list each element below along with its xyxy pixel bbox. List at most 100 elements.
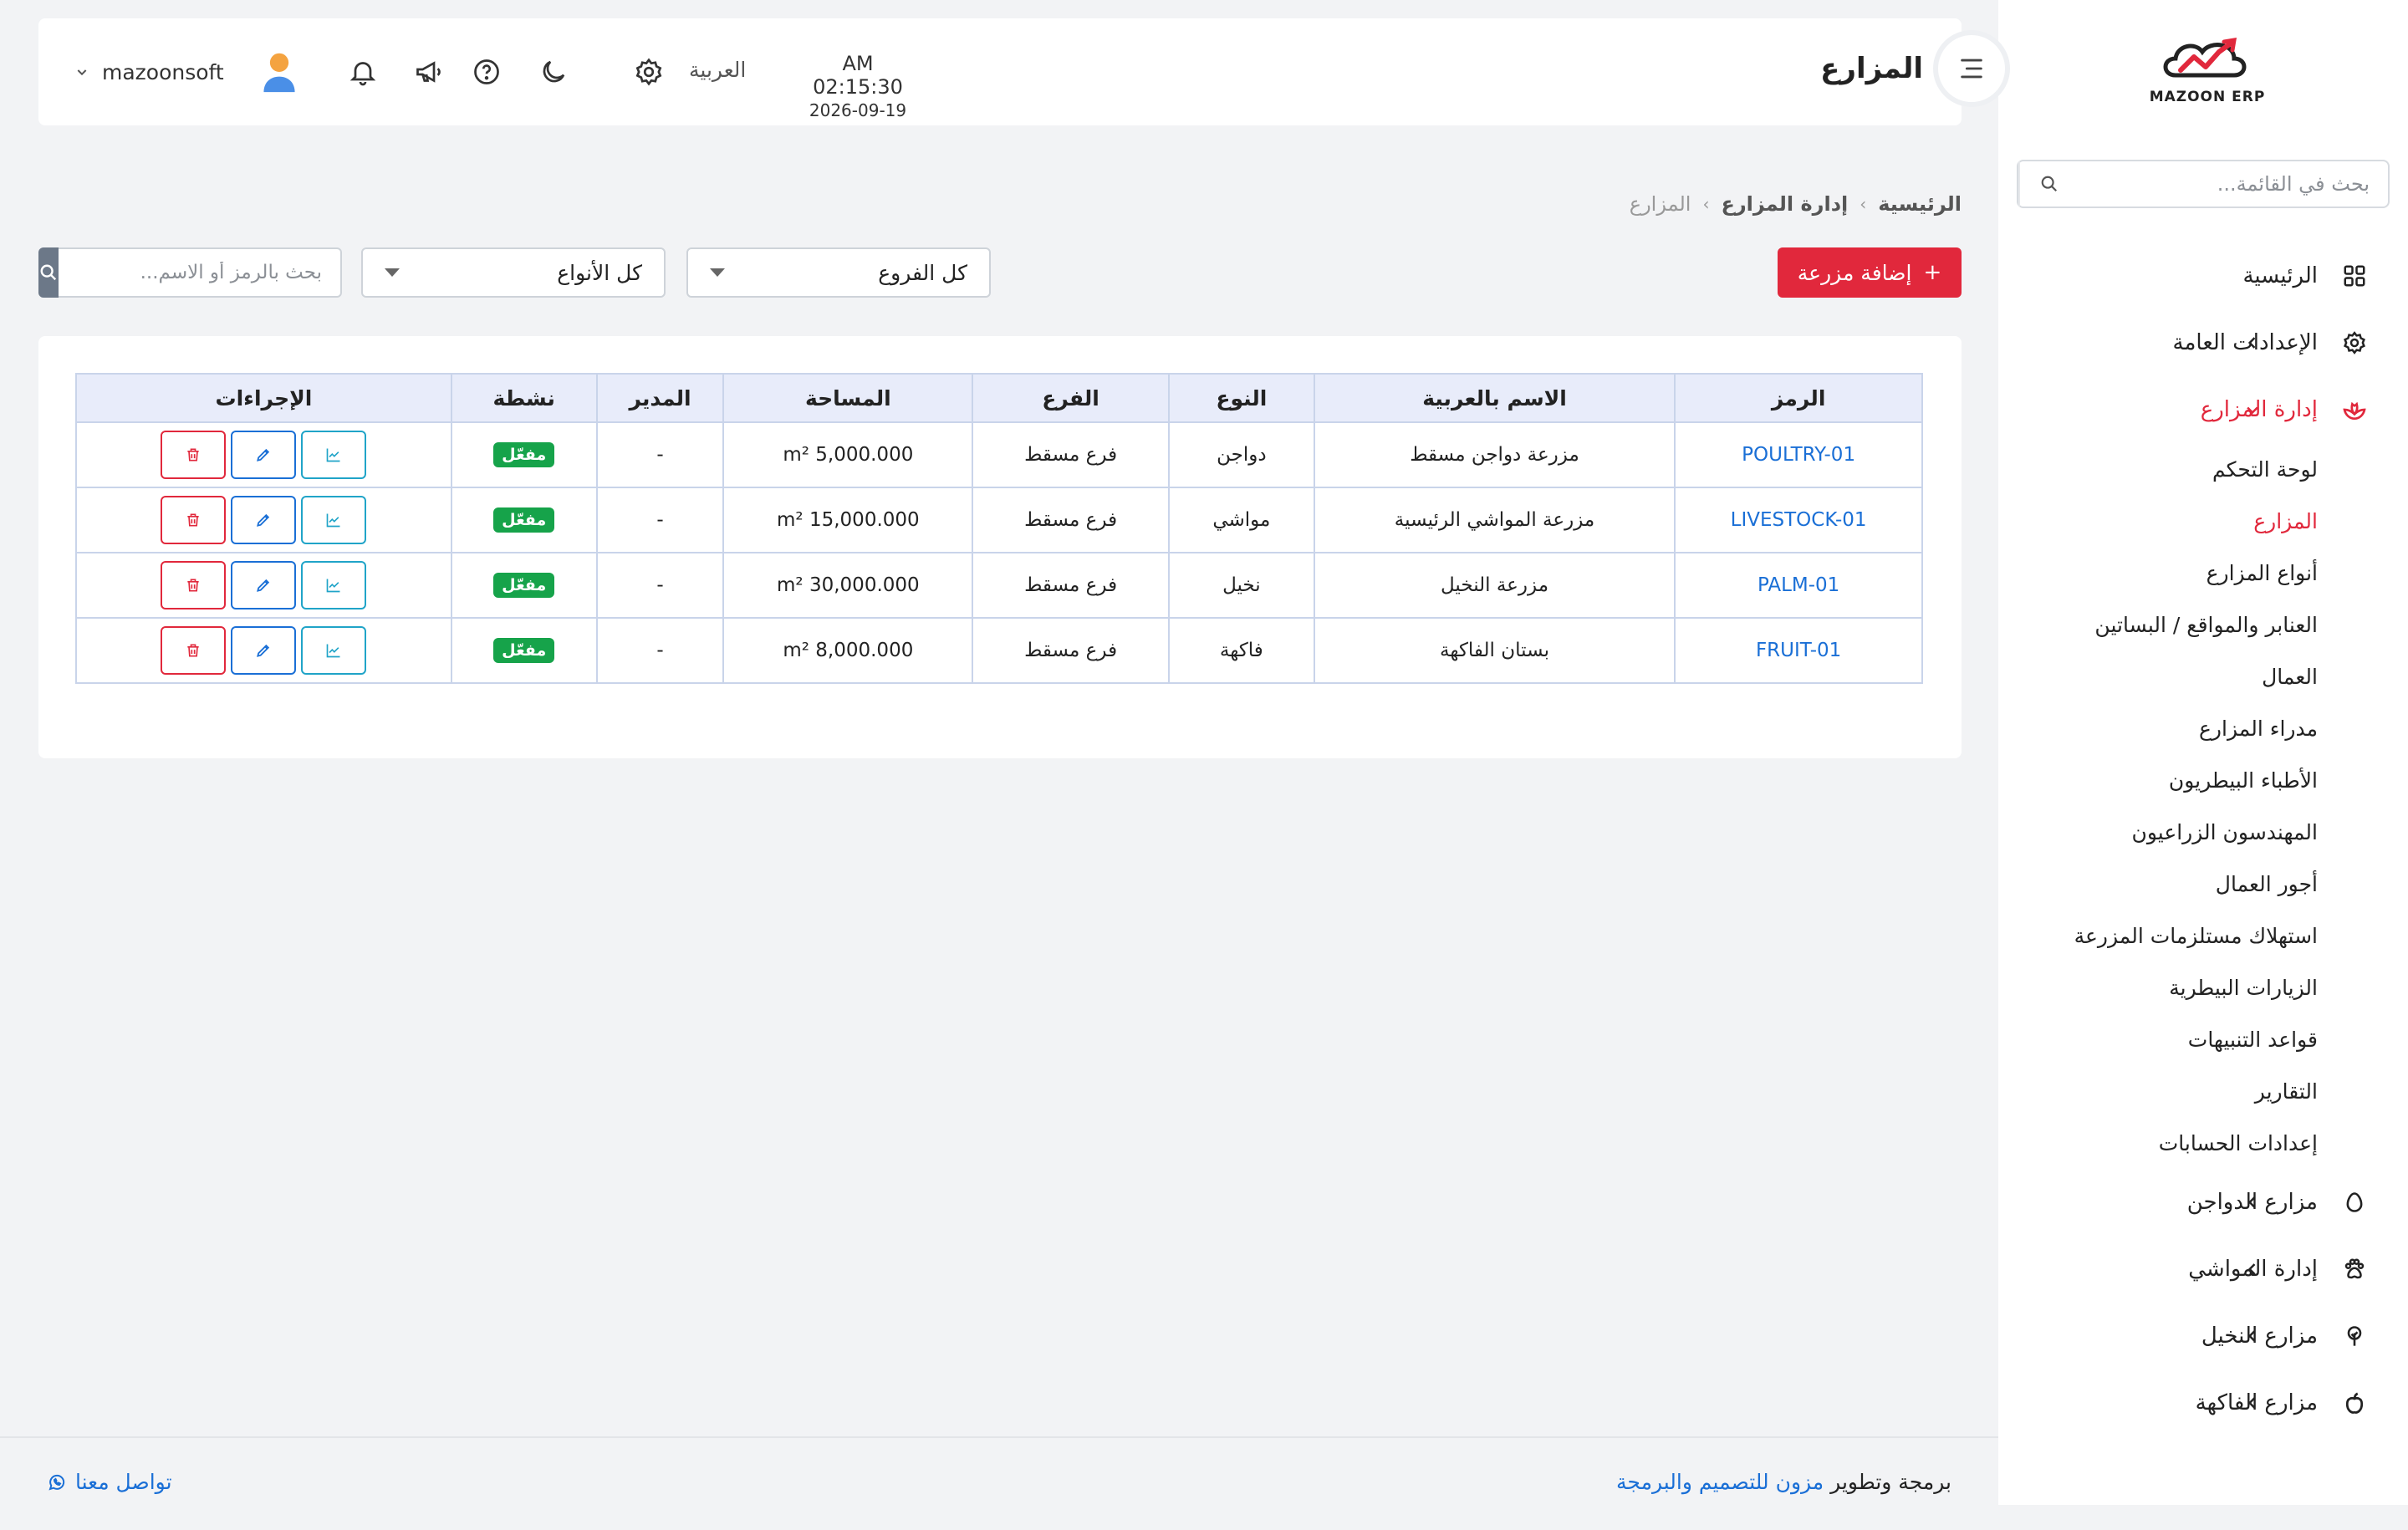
language-switch[interactable]: العربية [689,58,746,82]
sidebar-toggle-button[interactable] [1938,35,2005,102]
lotus-icon [2339,395,2370,425]
delete-button[interactable] [161,496,227,544]
delete-button[interactable] [161,431,227,479]
submenu-item-wards[interactable]: العنابر والمواقع / البساتين [1998,599,2408,650]
row-actions [75,487,452,553]
delete-button[interactable] [161,561,227,609]
submenu-item-vet-visits[interactable]: الزيارات البيطرية [1998,961,2408,1013]
submenu-item-farm-managers[interactable]: مدراء المزارع [1998,702,2408,754]
submenu-item-workers[interactable]: العمال [1998,650,2408,702]
col-manager[interactable]: المدير [595,373,725,423]
farm-name: بستان الفاكهة [1313,617,1676,684]
submenu-label: أنواع المزارع [2206,560,2318,585]
edit-button[interactable] [231,561,297,609]
chart-line-icon [327,644,340,658]
submenu-label: أجور العمال [2215,871,2318,896]
farm-code-link[interactable]: POULTRY-01 [1674,421,1923,488]
col-active[interactable]: نشطة [450,373,598,423]
farm-area: 8,000.000 m² [722,617,974,684]
submenu-item-dashboard[interactable]: لوحة التحكم [1998,443,2408,495]
settings-gear-icon[interactable] [630,54,667,90]
sidebar-item-palm-farms[interactable]: مزارع النخيل [1998,1303,2408,1369]
footer-credit: برمجة وتطوير مزون للتصميم والبرمجة [1616,1470,1951,1494]
submenu-label: العنابر والمواقع / البساتين [2094,612,2318,637]
clock: AM 02:15:30 2026-09-19 [795,52,921,120]
submenu-item-account-settings[interactable]: إعدادات الحسابات [1998,1117,2408,1169]
edit-button[interactable] [231,431,297,479]
sidebar-item-general-settings[interactable]: الإعدادات العامة [1998,309,2408,376]
search-input[interactable] [59,247,342,298]
search-icon[interactable] [2018,161,2079,207]
farm-manager: - [595,552,725,619]
col-name[interactable]: الاسم بالعربية [1313,373,1676,423]
submenu-label: المزارع [2253,508,2318,533]
sidebar-item-livestock[interactable]: إدارة المواشي [1998,1236,2408,1303]
delete-button[interactable] [161,626,227,675]
caret-down-icon [385,268,400,277]
logo-icon [2163,37,2247,78]
submenu-item-vets[interactable]: الأطباء البيطريون [1998,754,2408,806]
stats-button[interactable] [301,561,367,609]
row-actions [75,617,452,684]
farm-status-cell: مفعّل [450,552,598,619]
type-select[interactable]: كل الأنواع [361,247,666,298]
branch-select-value: كل الفروع [878,260,967,285]
sidebar-item-farm-management[interactable]: إدارة المزارع [1998,376,2408,443]
col-area[interactable]: المساحة [722,373,974,423]
contact-label: تواصل معنا [75,1470,172,1494]
farm-status-cell: مفعّل [450,617,598,684]
submenu-item-farms[interactable]: المزارع [1998,495,2408,547]
edit-button[interactable] [231,626,297,675]
megaphone-icon[interactable] [411,54,447,90]
sidebar-search-input[interactable] [2079,161,2388,207]
col-code[interactable]: الرمز [1674,373,1923,423]
sidebar-item-poultry-farms[interactable]: مزارع الدواجن [1998,1169,2408,1236]
table-search [38,247,342,298]
farm-branch: فرع مسقط [972,552,1170,619]
col-branch[interactable]: الفرع [972,373,1170,423]
trash-icon [187,448,200,462]
farm-type: دواجن [1167,421,1315,488]
farm-branch: فرع مسقط [972,617,1170,684]
farms-table: الرمز الاسم بالعربية النوع الفرع المساحة… [75,373,1923,684]
tree-icon [2339,1321,2370,1351]
breadcrumb-home[interactable]: الرئيسية [1878,192,1962,216]
stats-button[interactable] [301,626,367,675]
farm-code-link[interactable]: PALM-01 [1674,552,1923,619]
breadcrumb-section[interactable]: إدارة المزارع [1721,192,1848,216]
stats-button[interactable] [301,431,367,479]
moon-icon[interactable] [535,54,572,90]
footer: برمجة وتطوير مزون للتصميم والبرمجة تواصل… [0,1436,1998,1530]
add-farm-button[interactable]: + إضافة مزرعة [1778,247,1962,298]
sidebar-item-fruit-farms[interactable]: مزارع الفاكهة [1998,1369,2408,1436]
credit-prefix: برمجة وتطوير [1830,1470,1951,1494]
bell-icon[interactable] [344,54,381,90]
breadcrumb: الرئيسية › إدارة المزارع › المزارع [1630,192,1962,216]
submenu-item-farm-types[interactable]: أنواع المزارع [1998,547,2408,599]
farm-code-link[interactable]: LIVESTOCK-01 [1674,487,1923,553]
chevron-down-icon [75,65,94,79]
branch-select[interactable]: كل الفروع [686,247,991,298]
farm-branch: فرع مسقط [972,421,1170,488]
farm-code-link[interactable]: FRUIT-01 [1674,617,1923,684]
submenu-item-engineers[interactable]: المهندسون الزراعيون [1998,806,2408,858]
trash-icon [187,644,200,657]
stats-button[interactable] [301,496,367,544]
search-button[interactable] [38,247,59,298]
help-icon[interactable] [468,54,505,90]
submenu-item-supplies[interactable]: استهلاك مستلزمات المزرعة [1998,910,2408,961]
add-farm-label: إضافة مزرعة [1797,260,1912,285]
contact-link[interactable]: تواصل معنا [47,1470,172,1494]
edit-button[interactable] [231,496,297,544]
logo[interactable]: MAZOON ERP [2124,33,2291,117]
sidebar-search [2017,160,2390,208]
credit-link[interactable]: مزون للتصميم والبرمجة [1616,1470,1824,1494]
submenu-item-reports[interactable]: التقارير [1998,1065,2408,1117]
table-row: LIVESTOCK-01 مزرعة المواشي الرئيسية مواش… [75,487,1923,553]
apple-icon [2339,1388,2370,1418]
sidebar-item-home[interactable]: الرئيسية [1998,242,2408,309]
col-type[interactable]: النوع [1167,373,1315,423]
submenu-item-worker-wages[interactable]: أجور العمال [1998,858,2408,910]
user-menu[interactable]: mazoonsoft [75,48,303,95]
submenu-item-alert-rules[interactable]: قواعد التنبيهات [1998,1013,2408,1065]
